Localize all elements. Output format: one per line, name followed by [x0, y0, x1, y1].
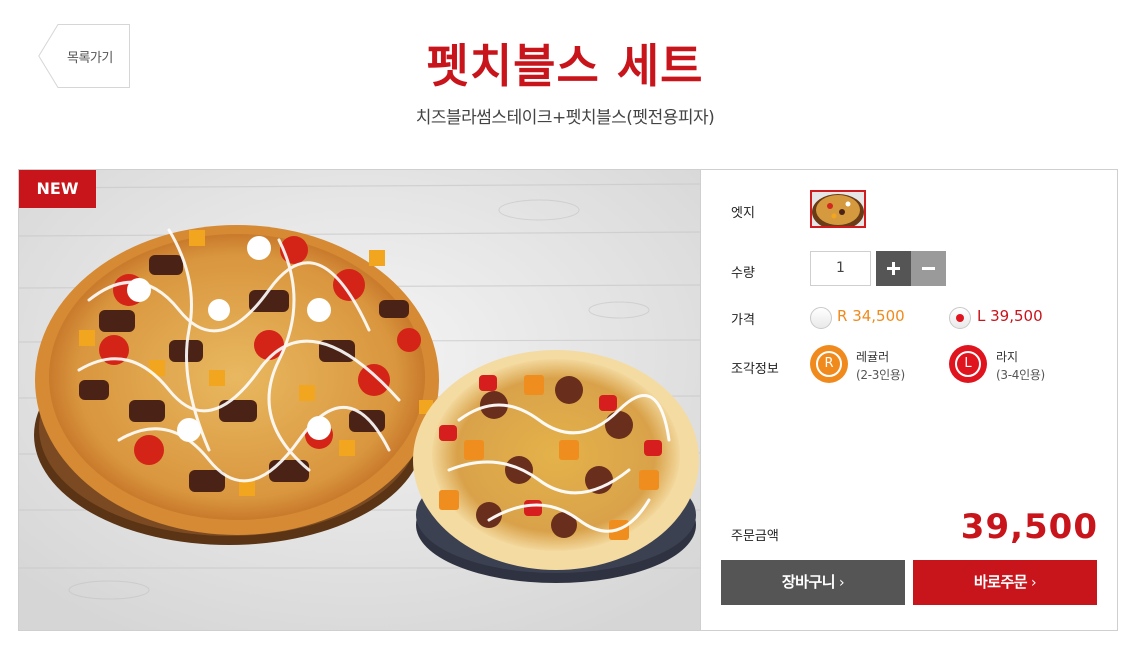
chevron-right-icon: ›	[839, 575, 845, 591]
chevron-right-icon: ›	[1031, 575, 1037, 591]
large-size-name: 라지	[996, 350, 1019, 364]
quantity-label: 수량	[731, 266, 755, 281]
minus-icon	[922, 267, 935, 270]
edge-option-thumbnail[interactable]	[810, 190, 866, 228]
price-large-text[interactable]: L 39,500	[977, 307, 1043, 325]
order-now-button[interactable]: 바로주문 ›	[913, 560, 1097, 605]
price-regular-text[interactable]: R 34,500	[837, 307, 905, 325]
new-badge: NEW	[19, 170, 96, 208]
page-title: 펫치블스 세트	[426, 39, 704, 93]
add-to-cart-button[interactable]: 장바구니 ›	[721, 560, 905, 605]
edge-thumbnail-image	[812, 192, 864, 226]
product-detail-box: NEW 엣지 수량 1 가격 R 34,500 L 39,500 조각정보 R …	[18, 169, 1118, 631]
price-label: 가격	[731, 313, 755, 328]
total-label: 주문금액	[731, 529, 779, 544]
pizza-image	[19, 170, 700, 630]
quantity-plus-button[interactable]	[876, 251, 911, 286]
regular-size-name: 레귤러	[856, 350, 890, 364]
quantity-minus-button[interactable]	[911, 251, 946, 286]
large-size-desc: (3-4인용)	[996, 368, 1045, 382]
large-size-letter: L	[955, 351, 981, 377]
total-value: 39,500	[960, 507, 1098, 547]
cart-button-label: 장바구니	[781, 573, 836, 591]
quantity-input[interactable]: 1	[810, 251, 871, 286]
page-subtitle: 치즈블라썸스테이크+펫치블스(펫전용피자)	[415, 108, 715, 128]
order-button-label: 바로주문	[973, 573, 1028, 591]
regular-size-icon: R	[810, 345, 848, 383]
options-panel: 엣지 수량 1 가격 R 34,500 L 39,500 조각정보 R 레귤러 …	[700, 170, 1118, 630]
regular-size-letter: R	[816, 351, 842, 377]
pizza-photo: NEW	[19, 170, 700, 630]
plus-icon	[887, 262, 900, 275]
slice-info-label: 조각정보	[731, 362, 779, 377]
large-size-icon: L	[949, 345, 987, 383]
regular-size-desc: (2-3인용)	[856, 368, 905, 382]
price-large-radio[interactable]	[949, 307, 971, 329]
edge-label: 엣지	[731, 206, 755, 221]
price-regular-radio[interactable]	[810, 307, 832, 329]
